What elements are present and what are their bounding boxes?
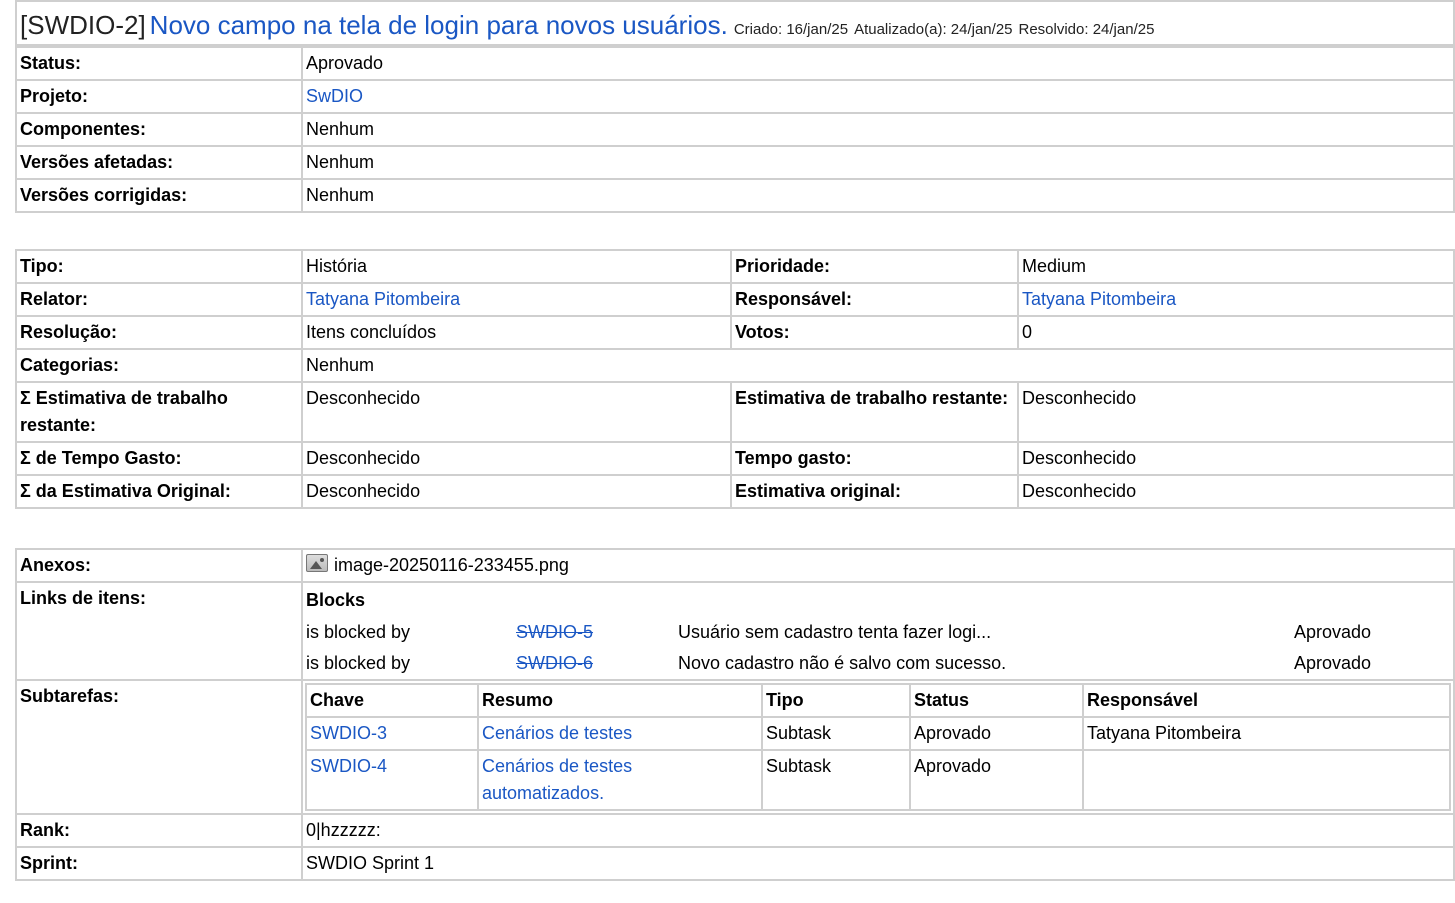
linked-issue-status: Aprovado: [1291, 648, 1453, 679]
type-value: História: [303, 251, 730, 282]
resolution-label: Resolução:: [17, 317, 301, 348]
affected-versions-row: Versões afetadas: Nenhum: [17, 147, 1453, 178]
assignee-label: Responsável:: [732, 284, 1017, 315]
project-row: Projeto: SwDIO: [17, 81, 1453, 112]
attachment-filename[interactable]: image-20250116-233455.png: [334, 555, 569, 575]
affected-versions-value: Nenhum: [303, 147, 1453, 178]
link-relation: is blocked by: [303, 648, 513, 679]
col-summary-header: Resumo: [479, 685, 761, 716]
priority-value: Medium: [1019, 251, 1453, 282]
updated-date: Atualizado(a): 24/jan/25: [854, 21, 1013, 38]
extra-table: Anexos: image-20250116-233455.png Links …: [15, 548, 1455, 881]
subtask-key-link[interactable]: SWDIO-3: [310, 723, 387, 743]
remaining-value: Desconhecido: [1019, 383, 1453, 441]
status-value: Aprovado: [303, 48, 1453, 79]
col-assignee-header: Responsável: [1084, 685, 1449, 716]
sum-original-estimate-label: Σ da Estimativa Original:: [17, 476, 301, 507]
attachment-item[interactable]: image-20250116-233455.png: [303, 550, 1453, 581]
link-row: is blocked by SWDIO-5 Usuário sem cadast…: [303, 617, 1453, 648]
subtasks-table: Chave Resumo Tipo Status Responsável SWD…: [305, 683, 1451, 811]
rank-value: 0|hzzzzz:: [303, 815, 1453, 846]
fixed-versions-row: Versões corrigidas: Nenhum: [17, 180, 1453, 211]
components-value: Nenhum: [303, 114, 1453, 145]
subtask-status: Aprovado: [911, 751, 1082, 809]
time-spent-label: Tempo gasto:: [732, 443, 1017, 474]
subtask-key-link[interactable]: SWDIO-4: [310, 756, 387, 776]
sum-remaining-label: Σ Estimativa de trabalho restante:: [17, 383, 301, 441]
subtask-status: Aprovado: [911, 718, 1082, 749]
col-status-header: Status: [911, 685, 1082, 716]
fixed-versions-value: Nenhum: [303, 180, 1453, 211]
sum-remaining-value: Desconhecido: [303, 383, 730, 441]
links-group-title: Blocks: [303, 583, 1453, 617]
table-row: SWDIO-4 Cenários de testes automatizados…: [307, 751, 1449, 809]
subtask-assignee: Tatyana Pitombeira: [1084, 718, 1449, 749]
sum-original-estimate-value: Desconhecido: [303, 476, 730, 507]
linked-issue-summary: Usuário sem cadastro tenta fazer logi...: [675, 617, 1291, 648]
subtasks-label: Subtarefas:: [17, 681, 301, 813]
sprint-label: Sprint:: [17, 848, 301, 879]
subtask-type: Subtask: [763, 751, 909, 809]
subtask-type: Subtask: [763, 718, 909, 749]
components-row: Componentes: Nenhum: [17, 114, 1453, 145]
resolved-date: Resolvido: 24/jan/25: [1018, 21, 1155, 38]
issue-links-table: Blocks is blocked by SWDIO-5 Usuário sem…: [303, 583, 1453, 679]
original-estimate-label: Estimativa original:: [732, 476, 1017, 507]
categories-label: Categorias:: [17, 350, 301, 381]
reporter-label: Relator:: [17, 284, 301, 315]
original-estimate-value: Desconhecido: [1019, 476, 1453, 507]
people-table: Tipo: História Prioridade: Medium Relato…: [15, 249, 1455, 509]
project-link[interactable]: SwDIO: [306, 86, 363, 106]
status-row: Status: Aprovado: [17, 48, 1453, 79]
issue-dates: Criado: 16/jan/25 Atualizado(a): 24/jan/2…: [734, 21, 1161, 38]
assignee-link[interactable]: Tatyana Pitombeira: [1022, 289, 1176, 309]
attachments-label: Anexos:: [17, 550, 301, 581]
rank-label: Rank:: [17, 815, 301, 846]
components-label: Componentes:: [17, 114, 301, 145]
remaining-label: Estimativa de trabalho restante:: [732, 383, 1017, 441]
link-row: is blocked by SWDIO-6 Novo cadastro não …: [303, 648, 1453, 679]
reporter-link[interactable]: Tatyana Pitombeira: [306, 289, 460, 309]
status-label: Status:: [17, 48, 301, 79]
issue-header: [SWDIO-2] Novo campo na tela de login par…: [15, 0, 1455, 46]
sum-time-spent-value: Desconhecido: [303, 443, 730, 474]
resolution-value: Itens concluídos: [303, 317, 730, 348]
created-date: Criado: 16/jan/25: [733, 21, 849, 38]
issue-title-link[interactable]: Novo campo na tela de login para novos u…: [150, 10, 728, 40]
sum-time-spent-label: Σ de Tempo Gasto:: [17, 443, 301, 474]
linked-issue-key[interactable]: SWDIO-6: [516, 653, 593, 673]
issue-key: [SWDIO-2]: [20, 10, 146, 40]
subtask-summary-link[interactable]: Cenários de testes automatizados.: [482, 756, 632, 803]
sprint-value: SWDIO Sprint 1: [303, 848, 1453, 879]
votes-value: 0: [1019, 317, 1453, 348]
priority-label: Prioridade:: [732, 251, 1017, 282]
linked-issue-summary: Novo cadastro não é salvo com sucesso.: [675, 648, 1291, 679]
details-table: Status: Aprovado Projeto: SwDIO Componen…: [15, 46, 1455, 213]
link-relation: is blocked by: [303, 617, 513, 648]
affected-versions-label: Versões afetadas:: [17, 147, 301, 178]
subtasks-header-row: Chave Resumo Tipo Status Responsável: [307, 685, 1449, 716]
subtask-assignee: [1084, 751, 1449, 809]
linked-issue-key[interactable]: SWDIO-5: [516, 622, 593, 642]
subtask-summary-link[interactable]: Cenários de testes: [482, 723, 632, 743]
time-spent-value: Desconhecido: [1019, 443, 1453, 474]
fixed-versions-label: Versões corrigidas:: [17, 180, 301, 211]
table-row: SWDIO-3 Cenários de testes Subtask Aprov…: [307, 718, 1449, 749]
votes-label: Votos:: [732, 317, 1017, 348]
type-label: Tipo:: [17, 251, 301, 282]
col-key-header: Chave: [307, 685, 477, 716]
col-type-header: Tipo: [763, 685, 909, 716]
linked-issue-status: Aprovado: [1291, 617, 1453, 648]
image-file-icon: [306, 554, 328, 572]
issue-links-label: Links de itens:: [17, 583, 301, 679]
project-label: Projeto:: [17, 81, 301, 112]
categories-value: Nenhum: [303, 350, 1453, 381]
